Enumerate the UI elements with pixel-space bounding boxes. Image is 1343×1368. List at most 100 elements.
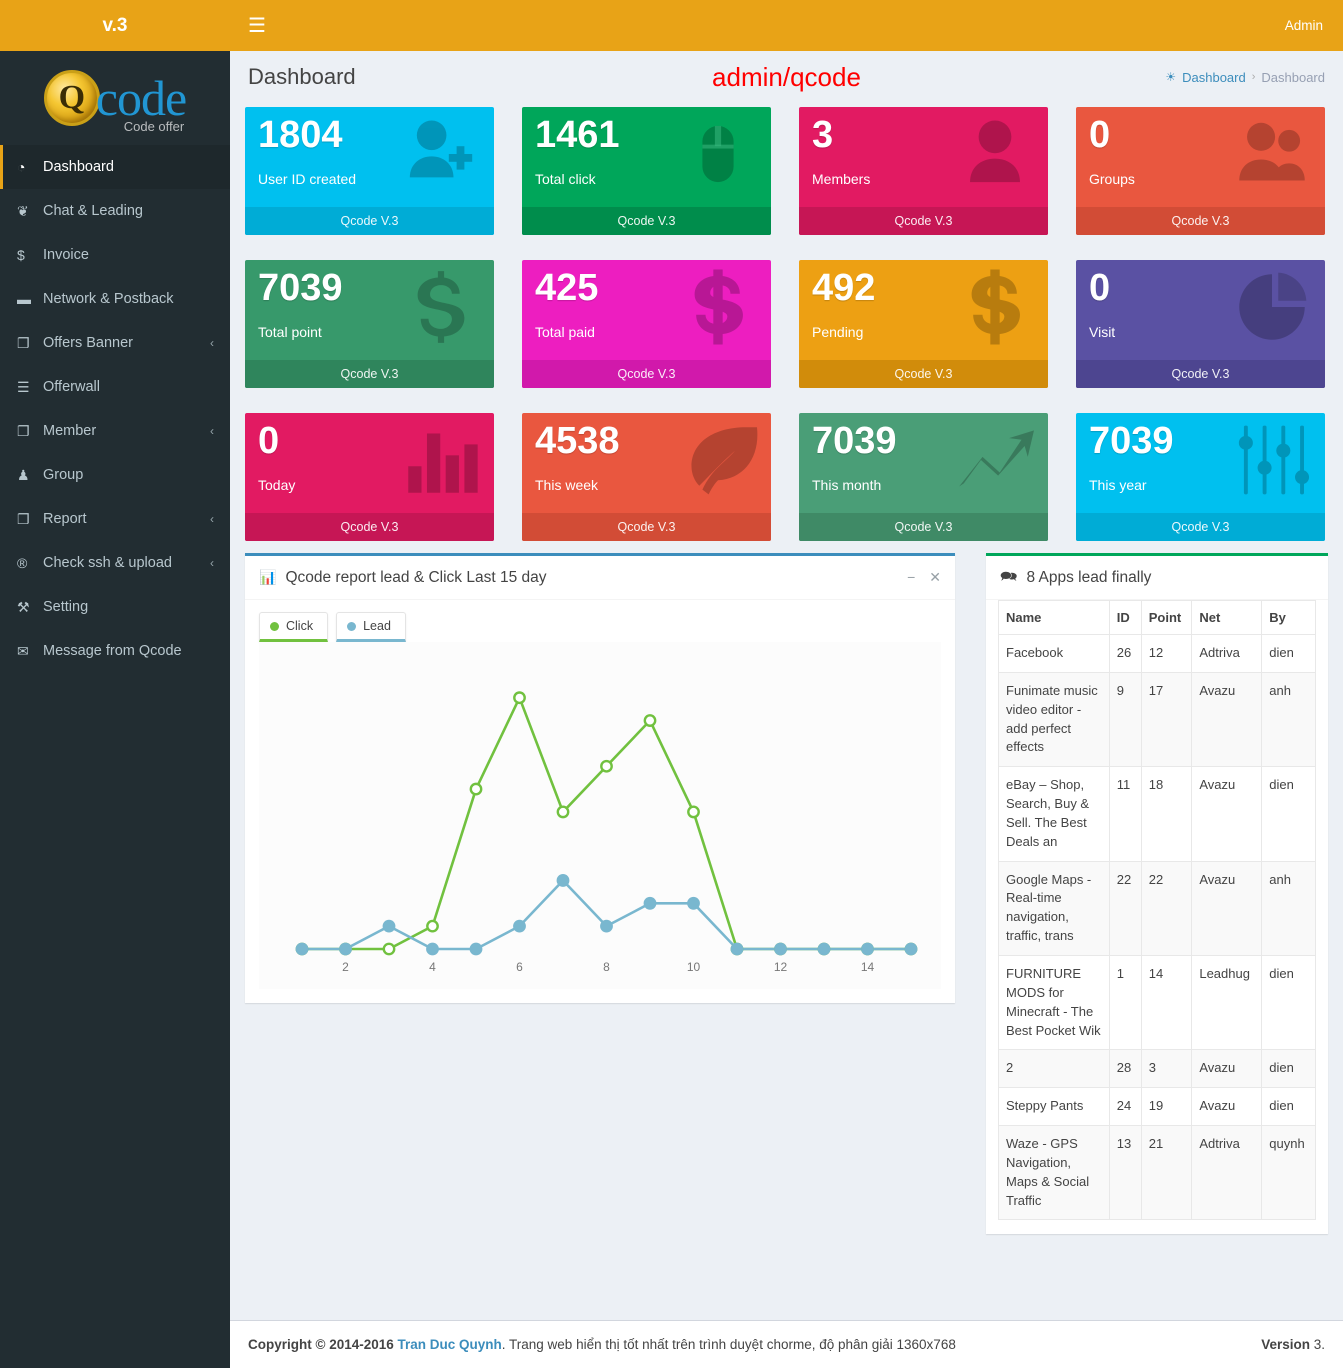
data-point-click[interactable]	[556, 805, 570, 819]
data-point-lead[interactable]	[513, 919, 526, 933]
data-point-click[interactable]	[600, 759, 613, 773]
data-point-lead[interactable]	[339, 942, 352, 956]
stat-card-this-month[interactable]: 7039 This month Qcode V.3	[799, 413, 1048, 541]
stat-card-members[interactable]: 3 Members Qcode V.3	[799, 107, 1048, 235]
data-point-lead[interactable]	[817, 942, 831, 956]
top-navbar: ☰ Admin	[230, 0, 1343, 51]
data-point-lead[interactable]	[861, 942, 874, 956]
sidebar-item-offerwall[interactable]: ☰ Offerwall	[0, 365, 230, 409]
data-point-click[interactable]	[469, 782, 483, 796]
sidebar-item-dashboard[interactable]: ◔ Dashboard	[0, 145, 230, 189]
dashboard-icon: ☀	[1165, 70, 1177, 84]
stat-card-footer[interactable]: Qcode V.3	[245, 207, 494, 235]
data-point-lead[interactable]	[556, 874, 570, 887]
cell-net: Adtriva	[1191, 634, 1263, 673]
sidebar-item-message-from-qcode[interactable]: ✉ Message from Qcode	[0, 629, 230, 673]
data-point-click[interactable]	[426, 919, 439, 933]
stat-card-footer[interactable]: Qcode V.3	[522, 513, 771, 541]
cell-net: Avazu	[1191, 766, 1263, 862]
sidebar-item-label: Setting	[43, 599, 89, 615]
breadcrumb-root[interactable]: Dashboard	[1182, 70, 1246, 85]
stat-card-total-point[interactable]: 7039 Total point Qcode V.3	[245, 260, 494, 388]
data-point-lead[interactable]	[687, 896, 700, 910]
data-point-click[interactable]	[513, 691, 526, 705]
legend-tab-click[interactable]: Click	[259, 612, 329, 642]
sidebar-item-setting[interactable]: ⚒ Setting	[0, 585, 230, 629]
sidebar-item-network-postback[interactable]: ▬ Network & Postback	[0, 277, 230, 321]
stat-card-this-year[interactable]: 7039 This year Qcode V.3	[1076, 413, 1325, 541]
data-point-click[interactable]	[687, 805, 700, 819]
dollar-solid-icon	[952, 268, 1038, 346]
table-row[interactable]: Google Maps - Real-time navigation, traf…	[998, 860, 1316, 956]
stat-card-footer[interactable]: Qcode V.3	[1076, 513, 1325, 541]
table-row[interactable]: Steppy Pants 24 19 Avazu dien	[998, 1087, 1316, 1127]
cell-net: Avazu	[1191, 860, 1263, 956]
sidebar-item-check-ssh-upload[interactable]: ® Check ssh & upload ‹	[0, 541, 230, 585]
chart-panel-header: 📊 Qcode report lead & Click Last 15 day …	[245, 556, 955, 600]
legend-tab-lead[interactable]: Lead	[336, 612, 406, 642]
data-point-lead[interactable]	[730, 942, 744, 956]
sidebar-item-invoice[interactable]: $ Invoice	[0, 233, 230, 277]
legend-label-click: Click	[286, 619, 314, 633]
chart-plot-area[interactable]: 2 4 6 8 10 12 14	[259, 642, 941, 989]
data-point-lead[interactable]	[295, 942, 309, 956]
sidebar-item-member[interactable]: ❐ Member ‹	[0, 409, 230, 453]
stat-card-footer[interactable]: Qcode V.3	[245, 513, 494, 541]
stat-card-today[interactable]: 0 Today Qcode V.3	[245, 413, 494, 541]
stat-card-total-click[interactable]: 1461 Total click Qcode V.3	[522, 107, 771, 235]
data-point-lead[interactable]	[904, 942, 918, 956]
data-point-lead[interactable]	[382, 919, 396, 933]
comments-icon: 🗪	[1000, 567, 1018, 584]
data-point-lead[interactable]	[643, 896, 657, 910]
table-row[interactable]: FURNITURE MODS for Minecraft - The Best …	[998, 954, 1316, 1051]
footer-copyright: Copyright © 2014-2016	[248, 1337, 398, 1352]
close-icon[interactable]: ✕	[929, 569, 941, 586]
sidebar-item-label: Group	[43, 467, 84, 483]
data-point-lead[interactable]	[469, 942, 483, 956]
chart-panel-title: Qcode report lead & Click Last 15 day	[285, 568, 547, 586]
stat-card-footer[interactable]: Qcode V.3	[1076, 360, 1325, 388]
stat-card-user-id-created[interactable]: 1804 User ID created Qcode V.3	[245, 107, 494, 235]
data-point-lead[interactable]	[600, 919, 613, 933]
user-icon	[952, 115, 1038, 193]
stat-card-visit[interactable]: 0 Visit Qcode V.3	[1076, 260, 1325, 388]
footer-text: Copyright © 2014-2016 Tran Duc Quynh. Tr…	[248, 1337, 956, 1352]
data-point-lead[interactable]	[774, 942, 787, 956]
stat-card-label: Total point	[258, 324, 322, 340]
brand-name: code	[95, 69, 187, 126]
stat-card-footer[interactable]: Qcode V.3	[799, 513, 1048, 541]
stat-card-groups[interactable]: 0 Groups Qcode V.3	[1076, 107, 1325, 235]
apps-panel-title: 8 Apps lead finally	[1026, 568, 1152, 586]
brand-logo[interactable]: Q code Code offer	[0, 51, 230, 145]
envelope-icon: ✉	[17, 642, 29, 659]
stat-card-footer[interactable]: Qcode V.3	[522, 360, 771, 388]
table-row[interactable]: eBay – Shop, Search, Buy & Sell. The Bes…	[998, 766, 1316, 862]
sidebar-item-report[interactable]: ❐ Report ‹	[0, 497, 230, 541]
data-point-lead[interactable]	[426, 942, 439, 956]
stat-card-pending[interactable]: 492 Pending Qcode V.3	[799, 260, 1048, 388]
sidebar-item-offers-banner[interactable]: ❐ Offers Banner ‹	[0, 321, 230, 365]
table-row[interactable]: Waze - GPS Navigation, Maps & Social Tra…	[998, 1125, 1316, 1221]
cell-net: Leadhug	[1191, 954, 1263, 1051]
stat-card-footer[interactable]: Qcode V.3	[522, 207, 771, 235]
menu-toggle-icon[interactable]: ☰	[248, 16, 266, 36]
stat-card-footer[interactable]: Qcode V.3	[245, 360, 494, 388]
data-point-click[interactable]	[382, 942, 396, 956]
admin-user-label[interactable]: Admin	[1285, 18, 1323, 33]
sidebar-item-group[interactable]: ♟ Group	[0, 453, 230, 497]
minimize-icon[interactable]: −	[907, 569, 915, 586]
stat-card-footer[interactable]: Qcode V.3	[799, 207, 1048, 235]
stat-card-footer[interactable]: Qcode V.3	[799, 360, 1048, 388]
footer-author[interactable]: Tran Duc Quynh	[398, 1337, 502, 1352]
data-point-click[interactable]	[643, 714, 657, 727]
table-row[interactable]: Funimate music video editor - add perfec…	[998, 671, 1316, 768]
column-header-id: ID	[1108, 600, 1142, 635]
table-row[interactable]: 2 28 3 Avazu dien	[998, 1049, 1316, 1089]
stat-card-footer[interactable]: Qcode V.3	[1076, 207, 1325, 235]
stat-card-this-week[interactable]: 4538 This week Qcode V.3	[522, 413, 771, 541]
sidebar-item-chat-leading[interactable]: ❦ Chat & Leading	[0, 189, 230, 233]
stat-card-total-paid[interactable]: 425 Total paid Qcode V.3	[522, 260, 771, 388]
table-body: Facebook 26 12 Adtriva dien Funimate music vi…	[998, 634, 1316, 1221]
cell-point: 17	[1140, 671, 1193, 768]
table-row[interactable]: Facebook 26 12 Adtriva dien	[998, 634, 1316, 673]
